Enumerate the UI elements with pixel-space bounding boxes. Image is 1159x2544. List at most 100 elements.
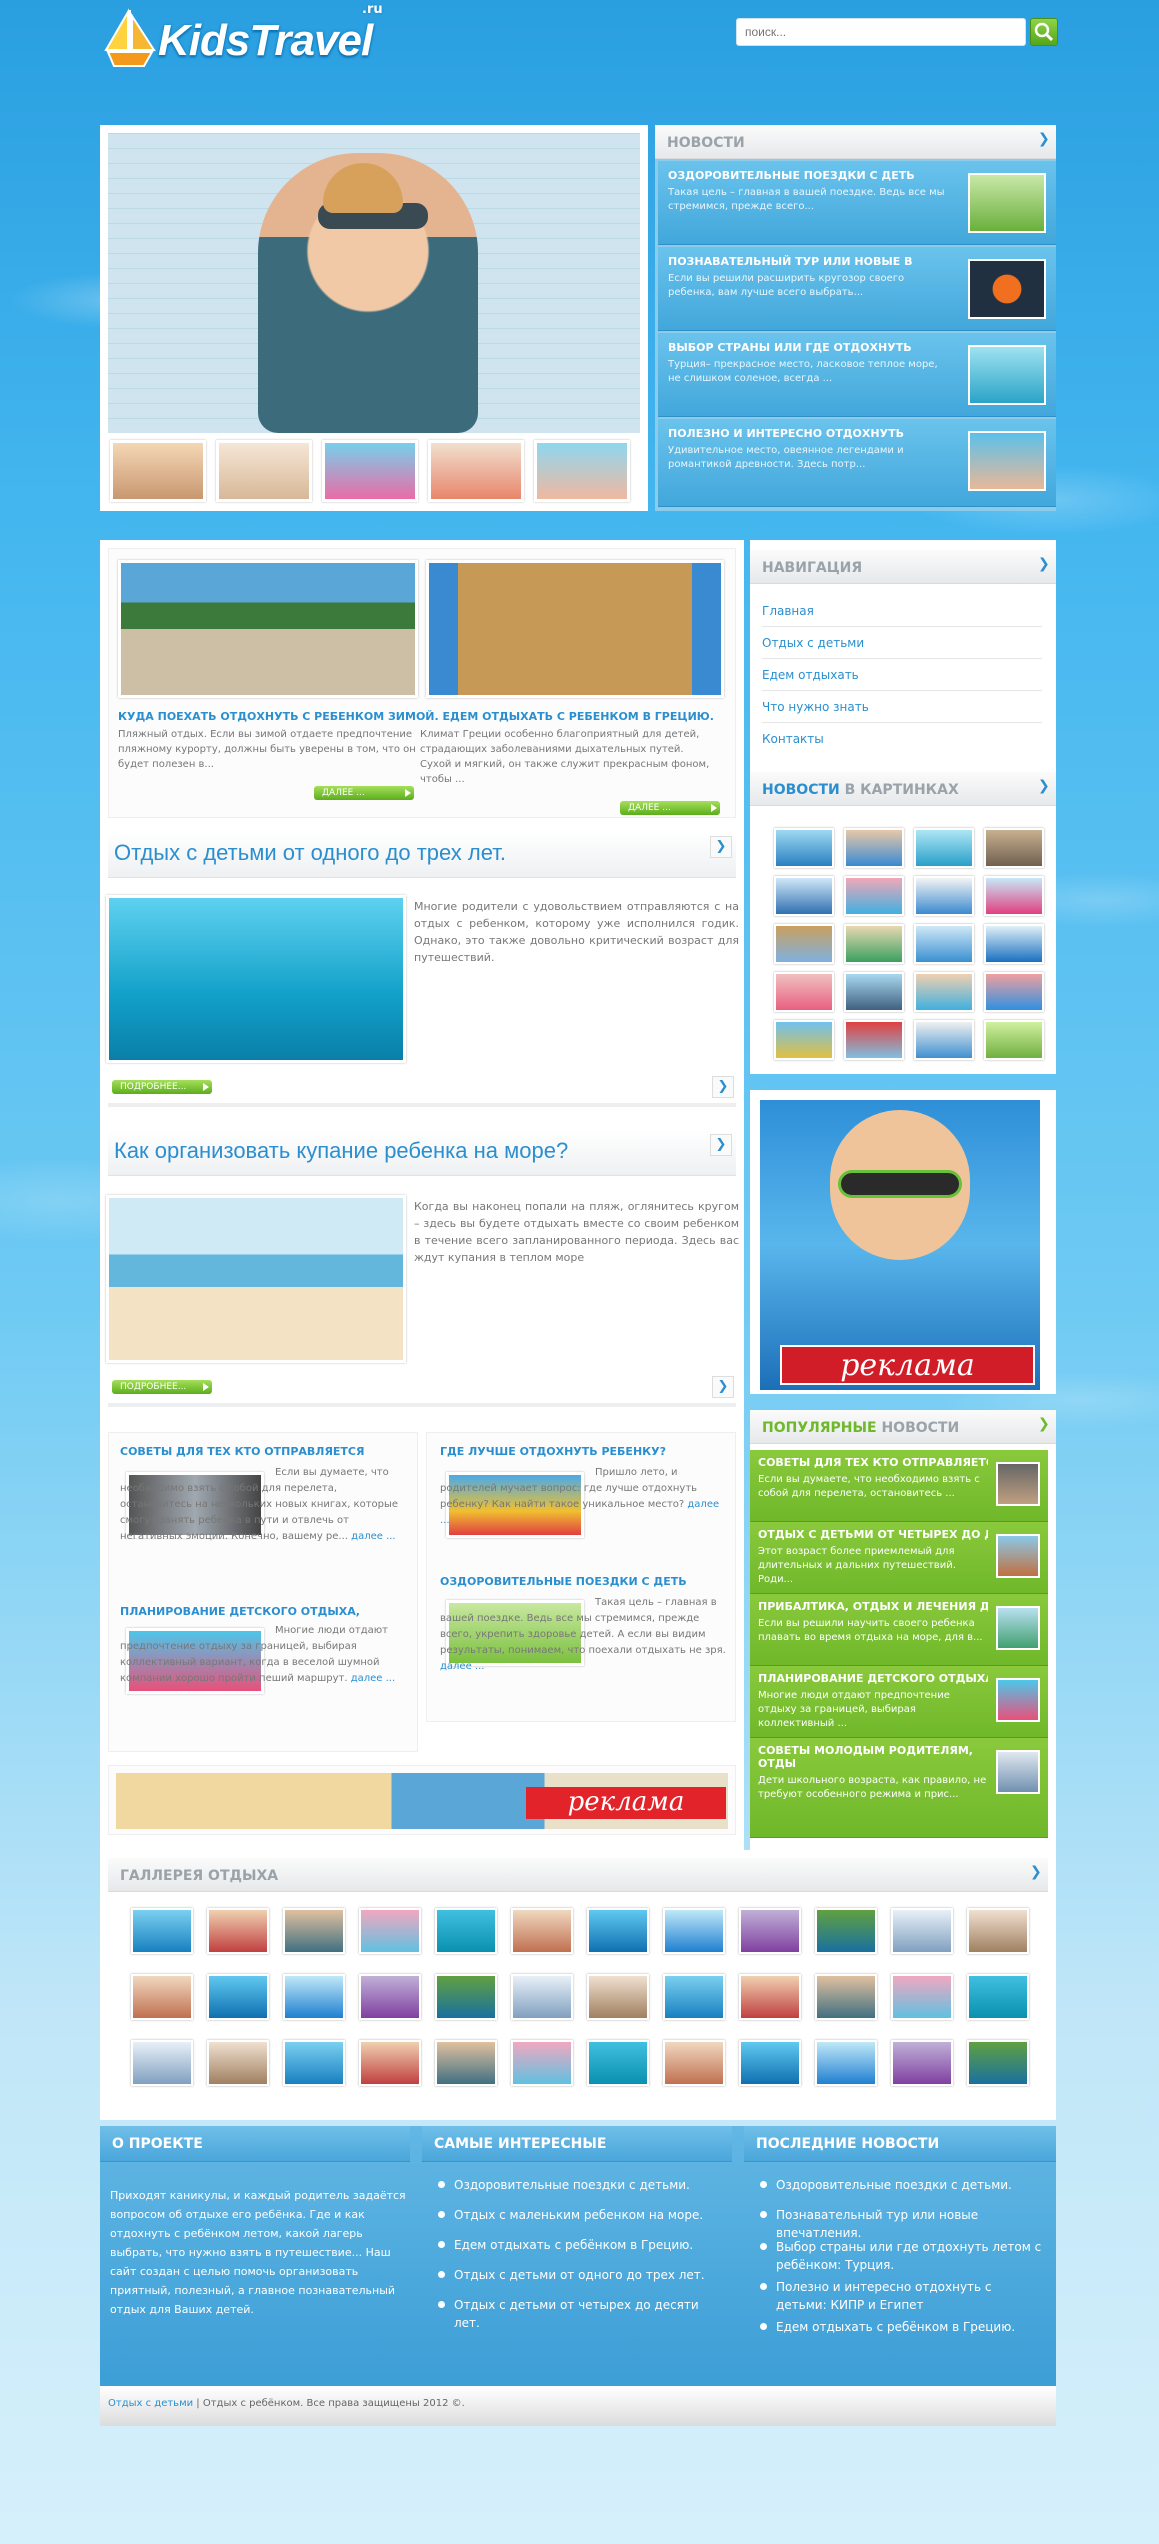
footer-link[interactable]: Познавательный тур или новые впечатления… [754, 2206, 1044, 2242]
more-link[interactable]: далее ... [351, 1673, 395, 1684]
nav-link-travel[interactable]: Едем отдыхать [762, 659, 1042, 691]
gallery-thumb[interactable] [207, 1974, 269, 2020]
picture-thumb[interactable] [914, 1020, 974, 1060]
picture-thumb[interactable] [844, 1020, 904, 1060]
gallery-thumb[interactable] [359, 1974, 421, 2020]
gallery-thumb[interactable] [587, 2040, 649, 2086]
picture-thumb[interactable] [774, 924, 834, 964]
picture-thumb[interactable] [984, 876, 1044, 916]
article-title[interactable]: Отдых с детьми от одного до трех лет. [114, 840, 506, 866]
gallery-thumb[interactable] [359, 1908, 421, 1954]
footer-link[interactable]: Оздоровительные поездки с детьми. [754, 2176, 1044, 2194]
gallery-thumb[interactable] [131, 1974, 193, 2020]
article-more-button[interactable]: ПОДРОБНЕЕ... [112, 1080, 212, 1094]
featured-image-beach[interactable] [118, 560, 418, 698]
picture-thumb[interactable] [984, 924, 1044, 964]
gallery-thumb[interactable] [207, 1908, 269, 1954]
popular-item[interactable]: СОВЕТЫ ДЛЯ ТЕХ КТО ОТПРАВЛЯЕТСЯ Если вы д… [750, 1450, 1048, 1522]
nav-link-know[interactable]: Что нужно знать [762, 691, 1042, 723]
arrow-right-icon[interactable]: ❯ [1030, 1865, 1042, 1879]
arrow-right-icon[interactable]: ❯ [1038, 557, 1050, 571]
gallery-thumb[interactable] [891, 2040, 953, 2086]
picture-thumb[interactable] [774, 876, 834, 916]
site-logo[interactable]: KidsTravel .ru [100, 2, 400, 78]
search-input[interactable] [736, 18, 1026, 46]
gallery-thumb[interactable] [435, 2040, 497, 2086]
slider-thumb[interactable] [216, 440, 312, 502]
picture-thumb[interactable] [984, 828, 1044, 868]
gallery-thumb[interactable] [435, 1974, 497, 2020]
popular-item[interactable]: ПЛАНИРОВАНИЕ ДЕТСКОГО ОТДЫХА, Многие люди… [750, 1666, 1048, 1738]
footer-link[interactable]: Отдых с маленьким ребенком на море. [432, 2206, 722, 2224]
article-title[interactable]: Как организовать купание ребенка на море… [114, 1138, 568, 1164]
news-item[interactable]: ПОЛЕЗНО И ИНТЕРЕСНО ОТДОХНУТЬ Удивительно… [658, 419, 1056, 507]
gallery-thumb[interactable] [967, 1908, 1029, 1954]
more-link[interactable]: далее ... [351, 1531, 395, 1542]
slider-thumb[interactable] [534, 440, 630, 502]
popular-item[interactable]: ОТДЫХ С ДЕТЬМИ ОТ ЧЕТЫРЕХ ДО Д Этот возра… [750, 1522, 1048, 1594]
category-title[interactable]: ГДЕ ЛУЧШЕ ОТДОХНУТЬ РЕБЕНКУ? [440, 1445, 666, 1458]
gallery-thumb[interactable] [891, 1908, 953, 1954]
gallery-thumb[interactable] [131, 1908, 193, 1954]
gallery-thumb[interactable] [587, 1908, 649, 1954]
gallery-thumb[interactable] [739, 1908, 801, 1954]
search-button[interactable] [1030, 18, 1058, 46]
featured-title[interactable]: КУДА ПОЕХАТЬ ОТДОХНУТЬ С РЕБЕНКОМ ЗИМОЙ.… [118, 710, 728, 723]
gallery-thumb[interactable] [435, 1908, 497, 1954]
footer-link[interactable]: Отдых с детьми от одного до трех лет. [432, 2266, 722, 2284]
more-link[interactable]: далее ... [440, 1661, 484, 1672]
gallery-thumb[interactable] [815, 1974, 877, 2020]
article-image[interactable] [106, 895, 406, 1063]
gallery-thumb[interactable] [967, 1974, 1029, 2020]
news-item[interactable]: ОЗДОРОВИТЕЛЬНЫЕ ПОЕЗДКИ С ДЕТЬ Такая цель… [658, 161, 1056, 245]
nav-link-home[interactable]: Главная [762, 595, 1042, 627]
featured-more-button-right[interactable]: ДАЛЕЕ ... [620, 801, 720, 815]
gallery-thumb[interactable] [511, 2040, 573, 2086]
picture-thumb[interactable] [914, 876, 974, 916]
picture-thumb[interactable] [774, 828, 834, 868]
footer-link[interactable]: Полезно и интересно отдохнуть с детьми: … [754, 2278, 1044, 2314]
popular-item[interactable]: СОВЕТЫ МОЛОДЫМ РОДИТЕЛЯМ, ОТДЫ Дети школь… [750, 1738, 1048, 1838]
arrow-right-icon[interactable]: ❯ [1038, 779, 1050, 793]
footer-link[interactable]: Отдых с детьми от четырех до десяти лет. [432, 2296, 722, 2332]
gallery-thumb[interactable] [359, 2040, 421, 2086]
footer-link[interactable]: Едем отдыхать с ребёнком в Грецию. [432, 2236, 722, 2254]
footer-link[interactable]: Оздоровительные поездки с детьми. [432, 2176, 722, 2194]
slider-thumb[interactable] [110, 440, 206, 502]
picture-thumb[interactable] [984, 1020, 1044, 1060]
arrow-right-icon[interactable]: ❯ [712, 1076, 734, 1098]
picture-thumb[interactable] [844, 876, 904, 916]
picture-thumb[interactable] [914, 828, 974, 868]
slider-thumb[interactable] [428, 440, 524, 502]
gallery-thumb[interactable] [815, 1908, 877, 1954]
arrow-right-icon[interactable]: ❯ [1038, 132, 1050, 146]
arrow-right-icon[interactable]: ❯ [710, 836, 732, 858]
category-title[interactable]: СОВЕТЫ ДЛЯ ТЕХ КТО ОТПРАВЛЯЕТСЯ [120, 1445, 364, 1458]
gallery-thumb[interactable] [891, 1974, 953, 2020]
gallery-thumb[interactable] [663, 1908, 725, 1954]
news-item[interactable]: ПОЗНАВАТЕЛЬНЫЙ ТУР ИЛИ НОВЫЕ В Если вы ре… [658, 247, 1056, 331]
picture-thumb[interactable] [844, 972, 904, 1012]
slider-main-image[interactable] [108, 133, 640, 433]
gallery-thumb[interactable] [283, 2040, 345, 2086]
arrow-right-icon[interactable]: ❯ [710, 1134, 732, 1156]
gallery-thumb[interactable] [739, 2040, 801, 2086]
gallery-thumb[interactable] [131, 2040, 193, 2086]
gallery-thumb[interactable] [283, 1974, 345, 2020]
copyright-link[interactable]: Отдых с детьми [108, 2398, 193, 2409]
picture-thumb[interactable] [844, 828, 904, 868]
picture-thumb[interactable] [914, 972, 974, 1012]
nav-link-kids[interactable]: Отдых с детьми [762, 627, 1042, 659]
sidebar-ad-banner[interactable]: реклама [760, 1100, 1040, 1390]
ad-banner[interactable]: реклама [116, 1773, 728, 1829]
gallery-thumb[interactable] [207, 2040, 269, 2086]
gallery-thumb[interactable] [587, 1974, 649, 2020]
gallery-thumb[interactable] [663, 2040, 725, 2086]
article-more-button[interactable]: ПОДРОБНЕЕ... [112, 1380, 212, 1394]
picture-thumb[interactable] [914, 924, 974, 964]
gallery-thumb[interactable] [739, 1974, 801, 2020]
category-title[interactable]: ПЛАНИРОВАНИЕ ДЕТСКОГО ОТДЫХА, [120, 1605, 360, 1618]
gallery-thumb[interactable] [815, 2040, 877, 2086]
gallery-thumb[interactable] [511, 1908, 573, 1954]
article-image[interactable] [106, 1195, 406, 1363]
